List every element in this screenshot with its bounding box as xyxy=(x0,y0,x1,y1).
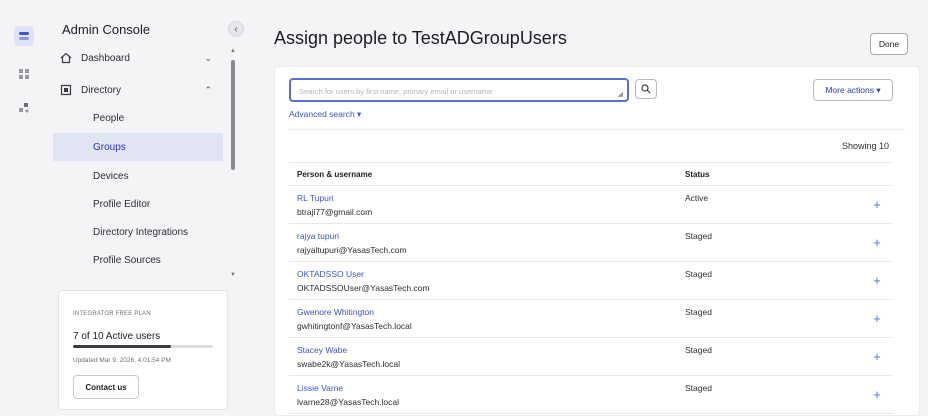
table-row: OKTADSSO User OKTADSSOUser@YasasTech.com… xyxy=(289,262,893,300)
sidebar-scrollbar[interactable]: ▲ ▼ xyxy=(230,48,236,280)
person-name-link[interactable]: Gwenore Whitington xyxy=(297,307,374,317)
assign-panel: ◢ Advanced search ▾ More actions ▾ Showi… xyxy=(274,66,920,416)
done-button[interactable]: Done xyxy=(870,33,908,55)
status-text: Staged xyxy=(685,307,712,317)
dashboard-app-icon[interactable] xyxy=(14,26,34,46)
divider xyxy=(289,129,905,130)
add-person-button[interactable]: + xyxy=(869,196,885,212)
status-text: Active xyxy=(685,193,709,203)
chevron-down-icon: ⌄ xyxy=(204,52,212,63)
resize-handle-icon: ◢ xyxy=(617,91,623,98)
result-count: Showing 10 xyxy=(841,141,889,151)
sidebar-item-dashboard[interactable]: Dashboard ⌄ xyxy=(54,44,224,72)
column-header-person: Person & username xyxy=(297,170,373,179)
person-name-link[interactable]: Stacey Wabe xyxy=(297,345,347,355)
table-row: Gwenore Whitington gwhitingtonf@YasasTec… xyxy=(289,300,893,338)
search-field[interactable]: ◢ xyxy=(289,78,629,102)
directory-icon xyxy=(60,84,72,96)
add-person-button[interactable]: + xyxy=(869,272,885,288)
sidebar-item-label: Directory xyxy=(81,84,122,96)
table-row: Stacey Wabe swabe2k@YasasTech.local Stag… xyxy=(289,338,893,376)
plan-tag: INTEGRATOR FREE PLAN xyxy=(73,311,151,317)
sidebar-item-profile-editor[interactable]: Profile Editor xyxy=(53,190,223,218)
person-name-link[interactable]: RL Tupuri xyxy=(297,193,334,203)
scroll-down-icon[interactable]: ▼ xyxy=(230,272,236,278)
add-person-button[interactable]: + xyxy=(869,234,885,250)
sidebar-item-groups[interactable]: Groups xyxy=(53,133,223,161)
person-name-link[interactable]: OKTADSSO User xyxy=(297,269,364,279)
status-text: Staged xyxy=(685,231,712,241)
sidebar-item-devices[interactable]: Devices xyxy=(53,162,223,190)
collapse-sidebar-button[interactable]: ‹ xyxy=(228,21,244,37)
plan-users-count: 7 of 10 Active users xyxy=(73,331,161,342)
advanced-search-link[interactable]: Advanced search ▾ xyxy=(289,109,361,120)
icon-rail xyxy=(0,0,48,416)
apps-grid-icon[interactable] xyxy=(14,64,34,84)
add-person-button[interactable]: + xyxy=(869,386,885,402)
sidebar-item-label: Dashboard xyxy=(81,52,130,64)
person-username: lvarne28@YasasTech.local xyxy=(297,397,400,407)
main-content: Assign people to TestADGroupUsers Done ◢… xyxy=(244,0,928,416)
contact-us-button[interactable]: Contact us xyxy=(73,375,139,399)
plan-usage-fill xyxy=(73,345,171,348)
add-person-button[interactable]: + xyxy=(869,310,885,326)
table-row: Lissie Varne lvarne28@YasasTech.local St… xyxy=(289,376,893,414)
page-title: Assign people to TestADGroupUsers xyxy=(274,28,567,48)
person-username: swabe2k@YasasTech.local xyxy=(297,359,400,369)
plan-updated-time: Updated Mar 9, 2026, 4:01:54 PM xyxy=(73,357,171,364)
table-header: Person & username Status xyxy=(289,162,893,186)
person-name-link[interactable]: Lissie Varne xyxy=(297,383,343,393)
sidebar-title: Admin Console xyxy=(62,22,151,37)
person-username: OKTADSSOUser@YasasTech.com xyxy=(297,283,430,293)
scroll-up-icon[interactable]: ▲ xyxy=(230,48,236,54)
people-table: Person & username Status RL Tupuri btraj… xyxy=(289,162,893,414)
sidebar-item-profile-sources[interactable]: Profile Sources xyxy=(53,246,223,274)
more-actions-button[interactable]: More actions ▾ xyxy=(813,79,893,101)
person-username: gwhitingtonf@YasasTech.local xyxy=(297,321,412,331)
search-button[interactable] xyxy=(635,79,657,99)
sidebar-item-people[interactable]: People xyxy=(53,104,223,132)
person-name-link[interactable]: rajya tupuri xyxy=(297,231,339,241)
add-person-button[interactable]: + xyxy=(869,348,885,364)
status-text: Staged xyxy=(685,269,712,279)
chevron-up-icon: ⌃ xyxy=(204,84,212,95)
person-username: rajyaltupuri@YasasTech.com xyxy=(297,245,407,255)
integrations-icon[interactable] xyxy=(14,98,34,118)
sidebar-item-directory[interactable]: Directory ⌃ xyxy=(54,76,224,104)
status-text: Staged xyxy=(685,383,712,393)
home-icon xyxy=(60,52,72,64)
table-row: rajya tupuri rajyaltupuri@YasasTech.com … xyxy=(289,224,893,262)
plan-card: INTEGRATOR FREE PLAN 7 of 10 Active user… xyxy=(58,290,228,410)
scroll-thumb[interactable] xyxy=(231,60,235,170)
person-username: btraji77@gmail.com xyxy=(297,207,373,217)
sidebar-item-directory-integrations[interactable]: Directory Integrations xyxy=(53,218,223,246)
status-text: Staged xyxy=(685,345,712,355)
plan-usage-bar xyxy=(73,345,213,348)
search-input[interactable] xyxy=(299,83,609,99)
search-icon xyxy=(641,84,651,94)
column-header-status: Status xyxy=(685,170,710,179)
table-row: RL Tupuri btraji77@gmail.com Active + xyxy=(289,186,893,224)
